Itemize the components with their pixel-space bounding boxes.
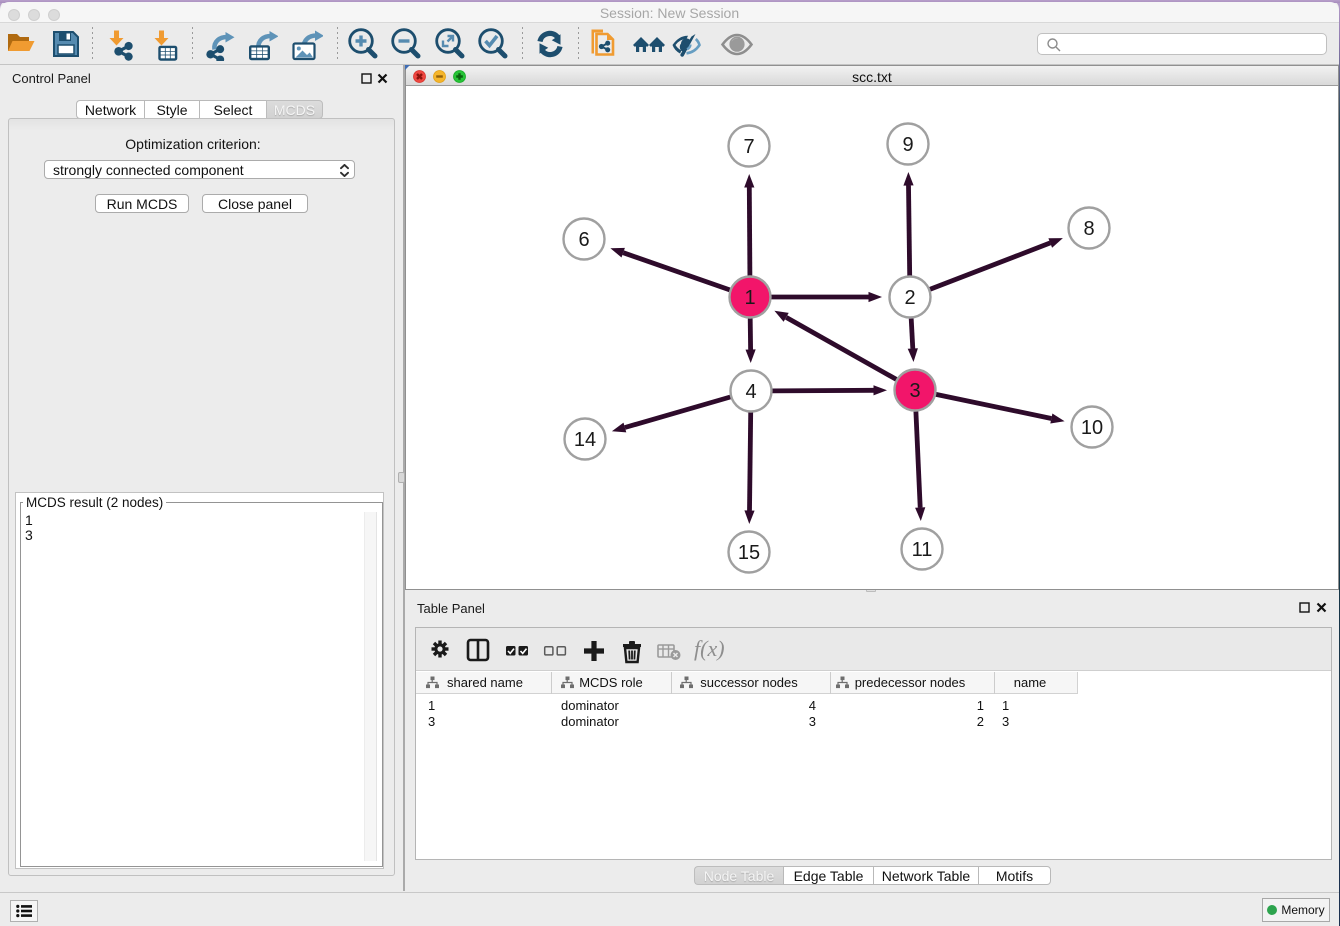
svg-text:1: 1: [744, 287, 755, 309]
svg-text:10: 10: [1081, 417, 1103, 439]
svg-text:7: 7: [743, 136, 754, 158]
svg-text:14: 14: [574, 429, 596, 451]
svg-text:4: 4: [745, 381, 756, 403]
svg-text:6: 6: [578, 229, 589, 251]
svg-text:3: 3: [909, 380, 920, 402]
svg-text:9: 9: [902, 134, 913, 156]
svg-text:11: 11: [912, 539, 933, 561]
svg-text:15: 15: [738, 542, 760, 564]
svg-text:8: 8: [1083, 218, 1094, 240]
svg-text:2: 2: [904, 287, 915, 309]
